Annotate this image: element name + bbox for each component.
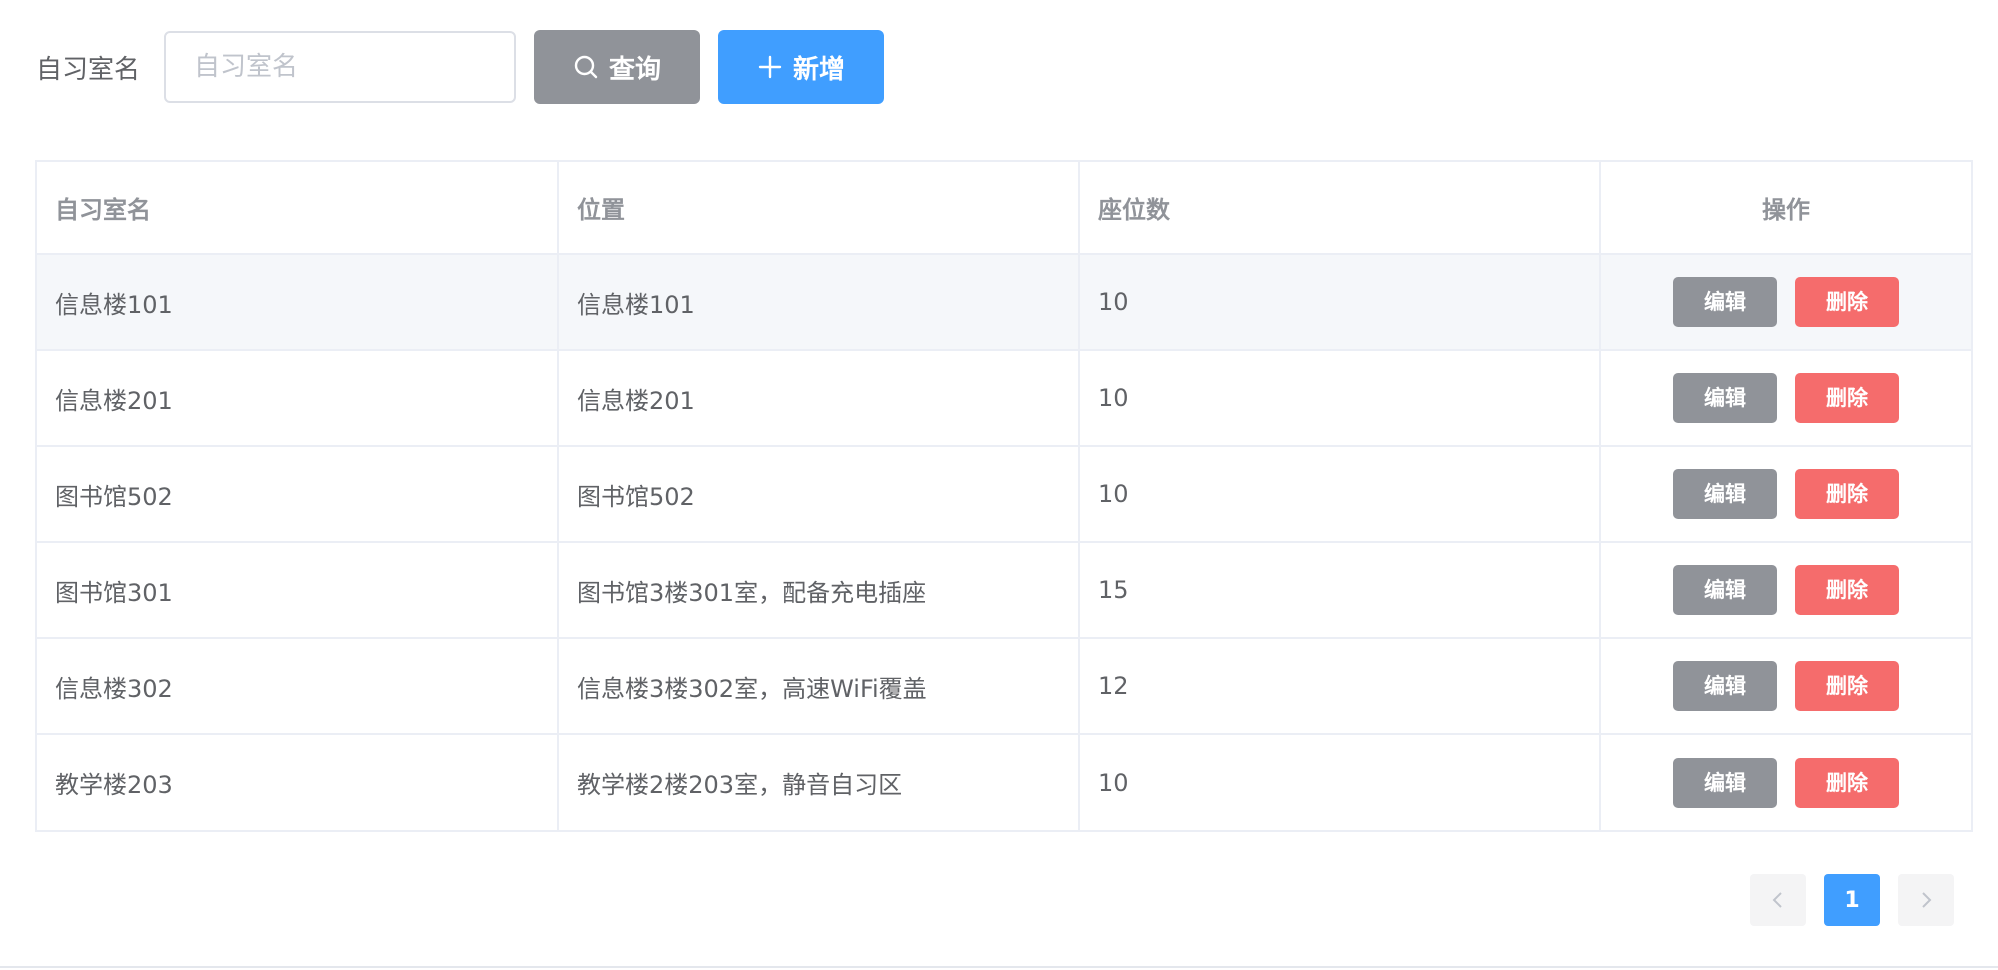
study-room-table: 自习室名 位置 座位数 操作 信息楼101 信息楼101 10 编辑 删除 信息楼… — [35, 160, 1973, 832]
cell-actions: 编辑 删除 — [1600, 446, 1971, 543]
delete-button[interactable]: 删除 — [1795, 661, 1899, 711]
query-button[interactable]: 查询 — [534, 30, 701, 104]
plus-icon — [757, 54, 783, 80]
cell-name: 信息楼101 — [37, 254, 559, 351]
edit-button[interactable]: 编辑 — [1673, 661, 1777, 711]
page: 自习室名 查询 新增 — [0, 0, 1998, 970]
search-input[interactable] — [164, 31, 517, 103]
chevron-left-icon — [1772, 892, 1782, 908]
cell-actions: 编辑 删除 — [1600, 638, 1971, 735]
cell-seats: 10 — [1079, 446, 1601, 543]
delete-button[interactable]: 删除 — [1795, 469, 1899, 519]
table-row: 信息楼302 信息楼3楼302室，高速WiFi覆盖 12 编辑 删除 — [37, 638, 1971, 735]
search-bar: 自习室名 查询 新增 — [36, 30, 885, 104]
edit-button[interactable]: 编辑 — [1673, 565, 1777, 615]
search-icon — [573, 54, 599, 80]
pagination: 1 — [1732, 874, 1954, 926]
delete-button[interactable]: 删除 — [1795, 373, 1899, 423]
cell-location: 信息楼201 — [558, 350, 1080, 447]
cell-seats: 15 — [1079, 542, 1601, 639]
table-row: 图书馆502 图书馆502 10 编辑 删除 — [37, 446, 1971, 543]
edit-button[interactable]: 编辑 — [1673, 373, 1777, 423]
cell-location: 图书馆502 — [558, 446, 1080, 543]
header-seats: 座位数 — [1079, 162, 1601, 255]
cell-seats: 10 — [1079, 254, 1601, 351]
delete-button[interactable]: 删除 — [1795, 757, 1899, 808]
cell-name: 图书馆502 — [37, 446, 559, 543]
add-button-label: 新增 — [793, 54, 846, 85]
cell-actions: 编辑 删除 — [1600, 542, 1971, 639]
search-label: 自习室名 — [36, 54, 141, 85]
table-row: 图书馆301 图书馆3楼301室，配备充电插座 15 编辑 删除 — [37, 542, 1971, 639]
cell-name: 信息楼201 — [37, 350, 559, 447]
edit-button[interactable]: 编辑 — [1673, 277, 1777, 327]
cell-location: 信息楼3楼302室，高速WiFi覆盖 — [558, 638, 1080, 735]
cell-seats: 10 — [1079, 350, 1601, 447]
cell-name: 图书馆301 — [37, 542, 559, 639]
cell-name: 教学楼203 — [37, 734, 559, 830]
header-location: 位置 — [558, 162, 1080, 255]
cell-location: 图书馆3楼301室，配备充电插座 — [558, 542, 1080, 639]
cell-name: 信息楼302 — [37, 638, 559, 735]
cell-seats: 12 — [1079, 638, 1601, 735]
table-header-row: 自习室名 位置 座位数 操作 — [37, 162, 1971, 255]
cell-actions: 编辑 删除 — [1600, 350, 1971, 447]
header-actions: 操作 — [1600, 162, 1971, 255]
cell-seats: 10 — [1079, 734, 1601, 830]
page-number-button[interactable]: 1 — [1824, 874, 1880, 926]
next-page-button[interactable] — [1898, 874, 1954, 926]
prev-page-button[interactable] — [1750, 874, 1806, 926]
add-button[interactable]: 新增 — [718, 30, 885, 104]
table-row: 教学楼203 教学楼2楼203室，静音自习区 10 编辑 删除 — [37, 734, 1971, 830]
delete-button[interactable]: 删除 — [1795, 277, 1899, 327]
header-name: 自习室名 — [37, 162, 559, 255]
cell-location: 教学楼2楼203室，静音自习区 — [558, 734, 1080, 830]
cell-actions: 编辑 删除 — [1600, 254, 1971, 351]
query-button-label: 查询 — [609, 54, 662, 85]
edit-button[interactable]: 编辑 — [1673, 757, 1777, 808]
chevron-right-icon — [1922, 892, 1932, 908]
delete-button[interactable]: 删除 — [1795, 565, 1899, 615]
cell-location: 信息楼101 — [558, 254, 1080, 351]
table-row: 信息楼201 信息楼201 10 编辑 删除 — [37, 350, 1971, 447]
bottom-divider — [0, 966, 1998, 968]
edit-button[interactable]: 编辑 — [1673, 469, 1777, 519]
cell-actions: 编辑 删除 — [1600, 734, 1971, 830]
table-row: 信息楼101 信息楼101 10 编辑 删除 — [37, 254, 1971, 351]
